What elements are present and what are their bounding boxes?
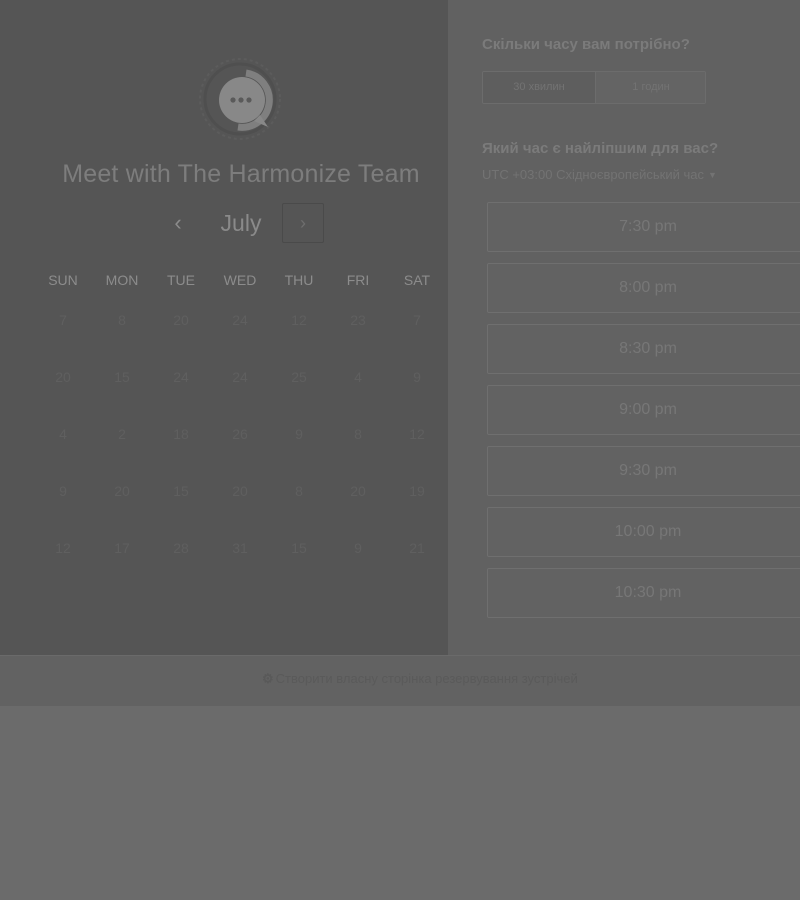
timezone-label: UTC +03:00 Східноєвропейський час [482,167,704,182]
weekday-sun: SUN [48,272,78,288]
time-slot-label: 10:30 pm [614,584,682,601]
calendar-day[interactable]: 17 [93,540,151,556]
calendar-day[interactable]: 20 [34,369,92,385]
weekday-wed: WED [223,272,257,288]
calendar-day[interactable]: 20 [211,483,269,499]
calendar-day[interactable]: 26 [211,426,269,442]
meeting-title: Meet with The Harmonize Team [62,160,420,188]
weekday-mon: MON [105,272,139,288]
weekday-thu: THU [284,272,314,288]
chat-bubble-logo-icon [198,57,282,141]
footer-link-text: Створити власну сторінка резервування зу… [275,671,578,686]
calendar-day[interactable]: 8 [329,426,387,442]
calendar-day[interactable]: 20 [152,312,210,328]
previous-month-button[interactable]: ‹ [162,206,194,240]
calendar-day[interactable]: 20 [93,483,151,499]
calendar-day[interactable]: 9 [329,540,387,556]
time-slot-label: 10:00 pm [614,523,682,540]
calendar-day[interactable]: 2 [93,426,151,442]
month-navigation: ‹ July › [0,200,482,248]
weekday-sat: SAT [403,272,431,288]
time-slot-label: 7:30 pm [619,218,677,235]
timezone-dropdown[interactable]: UTC +03:00 Східноєвропейський час ▼ [482,167,717,182]
calendar-day[interactable]: 28 [152,540,210,556]
hubspot-sprocket-icon: ⚙ [262,671,274,686]
calendar-day[interactable]: 18 [152,426,210,442]
create-booking-page-link[interactable]: ⚙ Створити власну сторінка резервування з… [262,671,578,687]
calendar-day[interactable]: 20 [329,483,387,499]
duration-question: Скільки часу вам потрібно? [482,36,690,53]
calendar-day[interactable]: 8 [93,312,151,328]
caret-down-icon: ▼ [707,170,717,180]
calendar-day[interactable]: 24 [211,312,269,328]
next-month-button[interactable]: › [282,203,324,243]
time-slot[interactable]: 9:00 pm [487,385,800,435]
calendar-day[interactable]: 7 [388,312,446,328]
calendar-day[interactable]: 9 [270,426,328,442]
calendar-day[interactable]: 31 [211,540,269,556]
weekday-fri: FRI [346,272,370,288]
calendar-day[interactable]: 15 [152,483,210,499]
calendar-day[interactable]: 15 [270,540,328,556]
calendar-day[interactable]: 8 [270,483,328,499]
calendar-day[interactable]: 19 [388,483,446,499]
weekday-tue: TUE [167,272,195,288]
calendar-day[interactable]: 24 [211,369,269,385]
time-slot[interactable]: 8:00 pm [487,263,800,313]
duration-option-1-hour[interactable]: 1 годин [596,72,705,103]
calendar-day[interactable]: 9 [388,369,446,385]
calendar-day[interactable]: 9 [34,483,92,499]
page-background [0,706,800,900]
time-slot-label: 8:30 pm [619,340,677,357]
time-slot-label: 9:30 pm [619,462,677,479]
calendar-day[interactable]: 24 [152,369,210,385]
calendar-day[interactable]: 23 [329,312,387,328]
month-label: July [220,210,262,236]
time-slot[interactable]: 9:30 pm [487,446,800,496]
calendar-day[interactable]: 4 [34,426,92,442]
weekday-header: SUN MON TUE WED THU FRI SAT [34,272,448,290]
calendar-day[interactable]: 12 [388,426,446,442]
time-slot[interactable]: 10:00 pm [487,507,800,557]
calendar-day[interactable]: 15 [93,369,151,385]
calendar-day[interactable]: 4 [329,369,387,385]
duration-selector: 30 хвилин 1 годин [482,71,706,104]
time-slot-label: 8:00 pm [619,279,677,296]
duration-option-30-min[interactable]: 30 хвилин [483,72,596,103]
time-slot[interactable]: 8:30 pm [487,324,800,374]
time-slot-label: 9:00 pm [619,401,677,418]
time-question: Який час є найліпшим для вас? [482,140,719,157]
calendar-day[interactable]: 12 [270,312,328,328]
calendar-day[interactable]: 21 [388,540,446,556]
time-slot[interactable]: 10:30 pm [487,568,800,618]
calendar-day[interactable]: 25 [270,369,328,385]
calendar-day[interactable]: 12 [34,540,92,556]
time-slot[interactable]: 7:30 pm [487,202,800,252]
calendar-day[interactable]: 7 [34,312,92,328]
